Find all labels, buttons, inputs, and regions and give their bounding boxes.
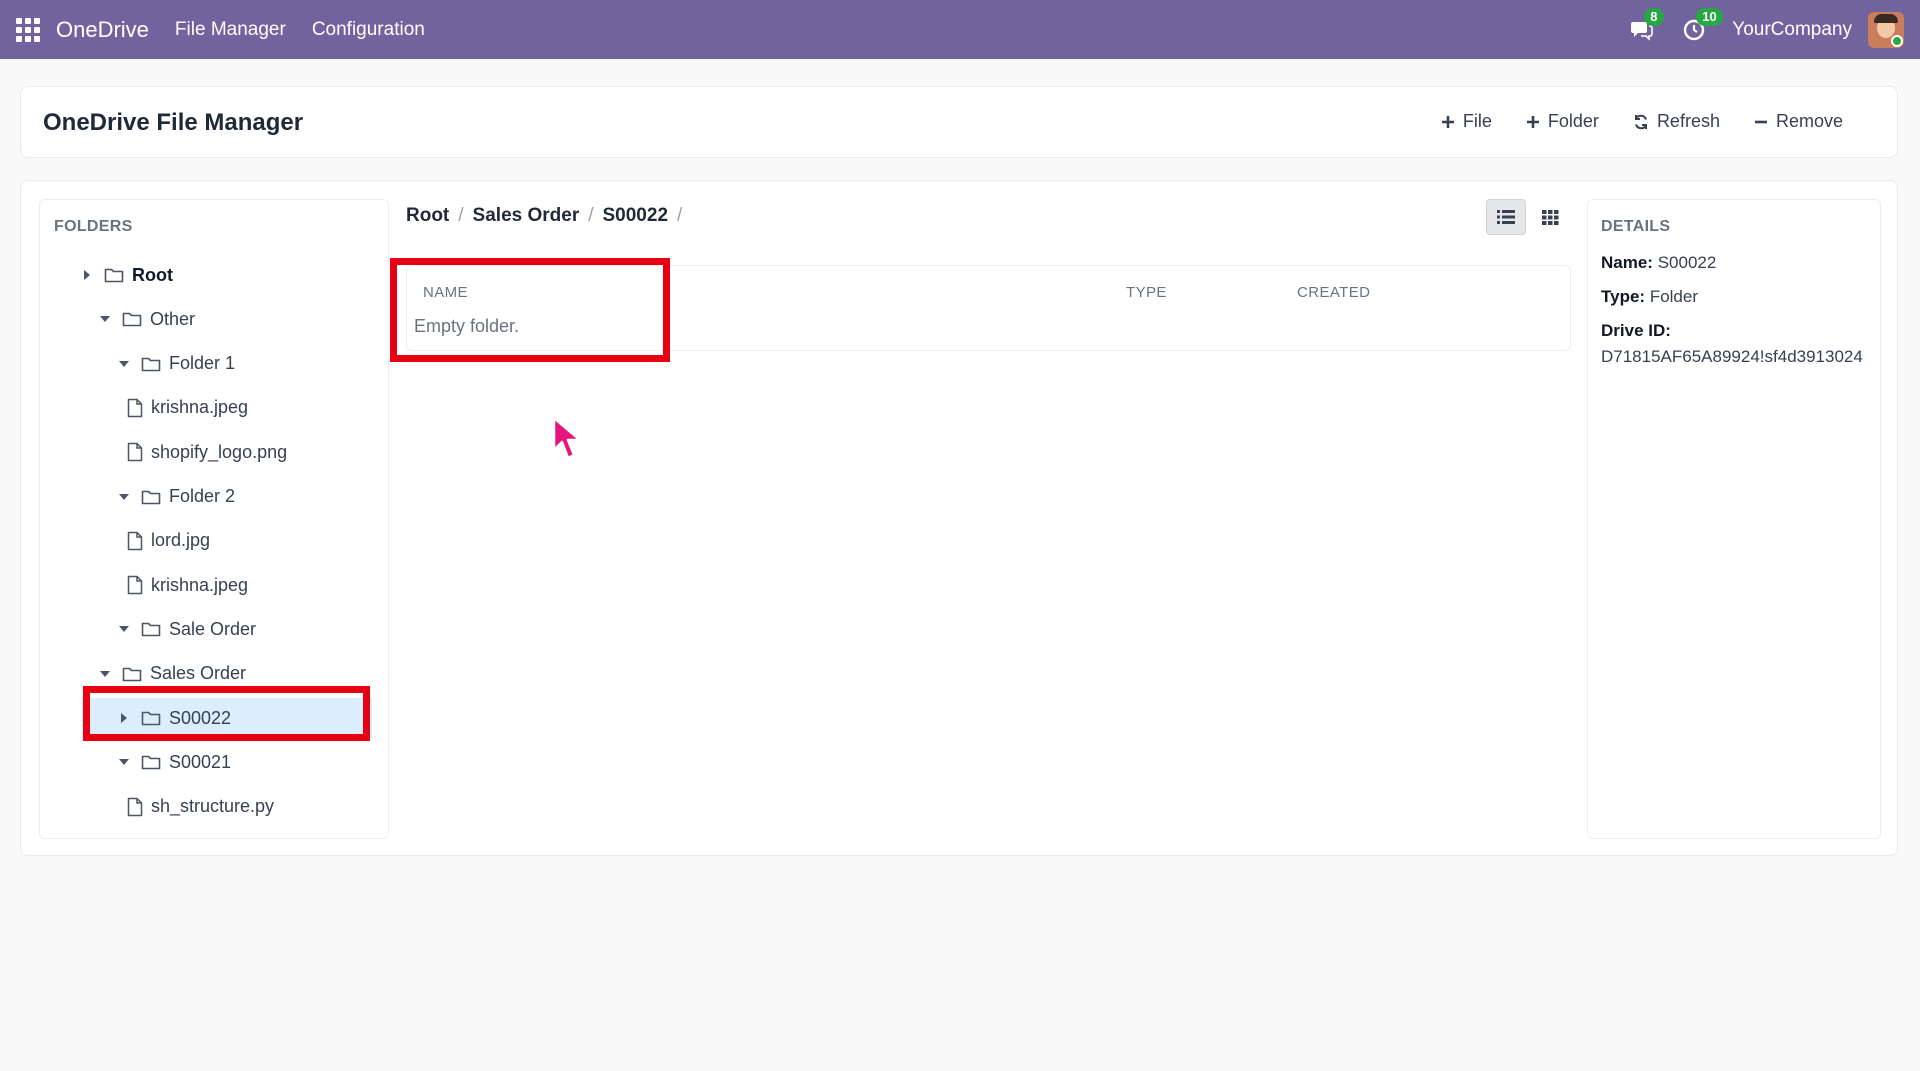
tree-item-label: Folder 1 <box>169 353 236 374</box>
activities-badge: 10 <box>1696 7 1723 26</box>
grid-view-icon <box>1541 209 1558 225</box>
apps-grid-icon[interactable] <box>16 17 40 42</box>
tree-item-label: Root <box>132 264 173 285</box>
app-brand[interactable]: OneDrive <box>56 17 149 43</box>
details-panel: DETAILS Name: S00022 Type: Folder Drive … <box>1587 199 1881 839</box>
folder-icon <box>141 754 161 770</box>
tree-item-label: Folder 2 <box>169 486 236 506</box>
detail-name: Name: S00022 <box>1601 253 1716 273</box>
folders-heading: FOLDERS <box>54 218 133 235</box>
breadcrumb-separator: / <box>588 205 594 226</box>
caret-down-icon[interactable] <box>98 312 112 326</box>
page-title: OneDrive File Manager <box>43 109 304 136</box>
caret-down-icon[interactable] <box>117 622 131 636</box>
plus-icon <box>1526 115 1539 128</box>
menu-file-manager[interactable]: File Manager <box>175 19 286 41</box>
selected-folder-highlight <box>83 686 370 741</box>
caret-down-icon[interactable] <box>117 490 131 504</box>
file-tree-item[interactable]: sh_structure.py <box>127 787 274 827</box>
file-icon <box>127 442 143 462</box>
refresh-label: Refresh <box>1656 111 1720 131</box>
messages-badge: 8 <box>1644 7 1664 26</box>
empty-folder-highlight <box>390 258 670 362</box>
file-manager-main: FOLDERS Root Other Folder 1 krishna.jpeg sho… <box>20 180 1898 856</box>
file-icon <box>127 797 143 817</box>
remove-label: Remove <box>1775 111 1843 131</box>
folder-icon <box>122 666 142 682</box>
company-switcher[interactable]: YourCompany <box>1732 19 1852 41</box>
detail-drive-id-label-text: Drive ID: <box>1601 321 1671 340</box>
remove-button[interactable]: Remove <box>1754 111 1843 132</box>
tree-item-label: S00021 <box>169 751 232 772</box>
file-tree-item[interactable]: shopify_logo.png <box>127 432 287 472</box>
grid-view-button[interactable] <box>1530 199 1570 235</box>
minus-icon <box>1754 120 1767 123</box>
list-view-icon <box>1497 210 1515 224</box>
folder-icon <box>141 489 161 505</box>
tree-item-label: Sale Order <box>169 618 257 639</box>
breadcrumb-item-sales-order[interactable]: Sales Order <box>473 205 580 227</box>
folder-tree-item[interactable]: Folder 2 <box>117 477 235 517</box>
content-area: Root / Sales Order / S00022 / NAME TYPE … <box>390 199 1596 839</box>
refresh-icon <box>1634 114 1647 129</box>
folder-tree-item[interactable]: Sale Order <box>117 609 256 649</box>
caret-right-icon[interactable] <box>80 268 94 282</box>
column-header-type[interactable]: TYPE <box>1126 284 1167 301</box>
detail-name-value: S00022 <box>1657 253 1717 272</box>
user-avatar[interactable] <box>1868 11 1904 48</box>
folder-icon <box>122 311 142 327</box>
caret-down-icon[interactable] <box>98 667 112 681</box>
folder-tree-item[interactable]: S00021 <box>117 742 231 782</box>
file-tree-item[interactable]: krishna.jpeg <box>127 565 248 605</box>
folder-icon <box>141 621 161 637</box>
add-file-button[interactable]: File <box>1441 111 1492 132</box>
file-tree-item[interactable]: lord.jpg <box>127 521 210 561</box>
messages-button[interactable]: 8 <box>1628 7 1664 44</box>
tree-item-label: shopify_logo.png <box>151 441 288 462</box>
tree-item-label: lord.jpg <box>151 530 211 551</box>
refresh-button[interactable]: Refresh <box>1633 111 1720 132</box>
breadcrumb: Root / Sales Order / S00022 / <box>406 205 691 227</box>
caret-down-icon[interactable] <box>117 357 131 371</box>
details-heading: DETAILS <box>1601 218 1671 235</box>
tree-item-label: Sales Order <box>150 663 247 684</box>
caret-down-icon[interactable] <box>117 755 131 769</box>
file-icon <box>127 575 143 595</box>
detail-drive-id-label: Drive ID: <box>1601 321 1671 341</box>
file-icon <box>127 531 143 551</box>
folder-icon <box>141 356 161 372</box>
detail-type: Type: Folder <box>1601 287 1698 307</box>
top-navbar: OneDrive File Manager Configuration 8 10… <box>0 0 1920 59</box>
activities-button[interactable]: 10 <box>1680 7 1723 44</box>
breadcrumb-item-current: S00022 <box>602 205 669 226</box>
breadcrumb-separator: / <box>458 205 464 226</box>
tree-item-label: sh_structure.py <box>151 796 275 817</box>
tree-item-label: krishna.jpeg <box>151 397 249 418</box>
folder-tree-item[interactable]: Folder 1 <box>117 344 235 384</box>
detail-type-value: Folder <box>1649 287 1698 306</box>
mouse-cursor-icon <box>552 416 582 460</box>
breadcrumb-separator: / <box>677 205 683 226</box>
add-folder-button[interactable]: Folder <box>1526 111 1599 132</box>
detail-name-label: Name: <box>1601 253 1653 272</box>
detail-type-label: Type: <box>1601 287 1646 306</box>
control-panel: OneDrive File Manager File Folder Refres… <box>20 86 1898 158</box>
folders-panel: FOLDERS Root Other Folder 1 krishna.jpeg sho… <box>39 199 389 839</box>
folder-tree-item[interactable]: Other <box>98 299 195 339</box>
add-folder-label: Folder <box>1547 111 1599 131</box>
folder-icon <box>104 267 124 283</box>
plus-icon <box>1441 115 1454 128</box>
folder-tree-item[interactable]: Root <box>80 255 173 295</box>
tree-item-label: krishna.jpeg <box>151 574 249 595</box>
detail-drive-id-value: D71815AF65A89924!sf4d3913024 <box>1601 347 1863 366</box>
add-file-label: File <box>1462 111 1492 131</box>
file-icon <box>127 398 143 418</box>
tree-item-label: Other <box>150 308 196 329</box>
breadcrumb-item-root[interactable]: Root <box>406 205 449 227</box>
list-view-button[interactable] <box>1486 199 1526 235</box>
file-tree-item[interactable]: krishna.jpeg <box>127 388 248 428</box>
menu-configuration[interactable]: Configuration <box>312 19 425 41</box>
online-status-icon <box>1891 34 1903 47</box>
column-header-created[interactable]: CREATED <box>1297 284 1370 301</box>
